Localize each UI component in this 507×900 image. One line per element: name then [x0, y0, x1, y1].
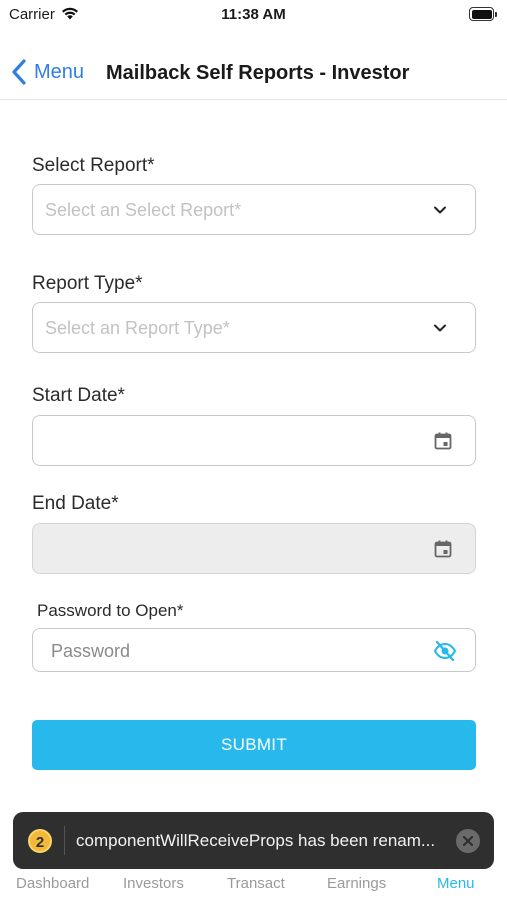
tab-earnings[interactable]: Earnings — [327, 875, 386, 892]
battery-icon — [469, 7, 497, 21]
chevron-left-icon — [12, 59, 26, 85]
select-report-label: Select Report* — [32, 155, 155, 176]
toast-message[interactable]: componentWillReceiveProps has been renam… — [76, 831, 450, 851]
password-input[interactable] — [51, 639, 411, 663]
report-type-dropdown[interactable]: Select an Report Type* — [32, 302, 476, 353]
select-report-placeholder: Select an Select Report* — [45, 200, 242, 220]
select-report-dropdown[interactable]: Select an Select Report* — [32, 184, 476, 235]
chevron-down-icon — [434, 324, 446, 332]
end-date-label: End Date* — [32, 493, 119, 514]
tab-transact[interactable]: Transact — [227, 875, 285, 892]
chevron-down-icon — [434, 206, 446, 214]
tab-menu[interactable]: Menu — [437, 875, 475, 892]
calendar-icon — [434, 540, 452, 558]
back-button[interactable]: Menu — [10, 57, 84, 87]
submit-button[interactable]: SUBMIT — [32, 720, 476, 770]
report-type-placeholder: Select an Report Type* — [45, 318, 230, 338]
password-field[interactable] — [32, 628, 476, 672]
status-bar: Carrier 11:38 AM — [0, 0, 507, 30]
tab-bar: Dashboard Investors Transact Earnings Me… — [0, 868, 507, 900]
calendar-icon[interactable] — [433, 431, 453, 451]
close-icon[interactable] — [456, 829, 480, 853]
warning-count-badge: 2 — [28, 829, 52, 853]
page-title: Mailback Self Reports - Investor — [106, 62, 410, 84]
nav-header: Menu Mailback Self Reports - Investor — [0, 45, 507, 100]
end-date-field — [32, 523, 476, 574]
start-date-field[interactable] — [32, 415, 476, 466]
password-label: Password to Open* — [37, 601, 184, 620]
back-label: Menu — [34, 60, 85, 83]
clock: 11:38 AM — [221, 6, 286, 23]
tab-dashboard[interactable]: Dashboard — [16, 875, 89, 892]
start-date-label: Start Date* — [32, 385, 125, 406]
eye-off-icon[interactable] — [433, 640, 457, 662]
tab-investors[interactable]: Investors — [123, 875, 184, 892]
warning-toast[interactable]: 2 componentWillReceiveProps has been ren… — [13, 812, 494, 869]
toast-divider — [64, 826, 65, 855]
report-type-label: Report Type* — [32, 273, 143, 294]
